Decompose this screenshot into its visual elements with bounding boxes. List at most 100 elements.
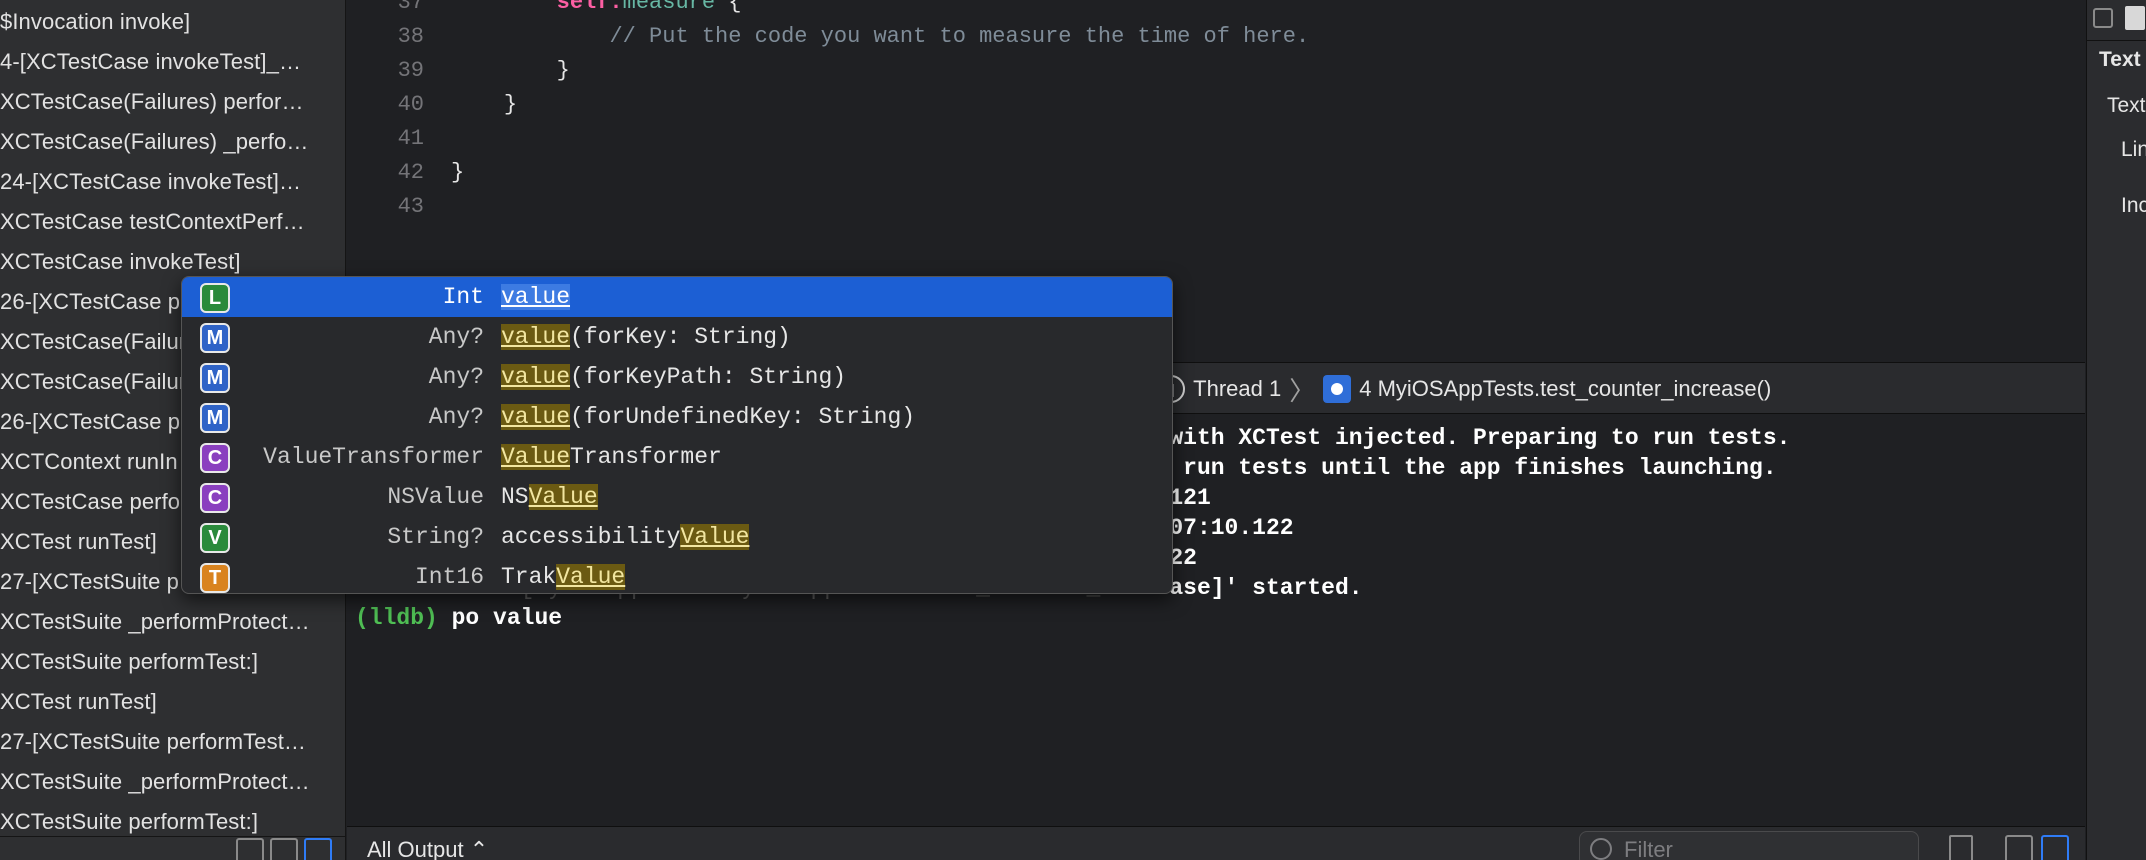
completion-match-highlight: value (501, 324, 571, 350)
line-number: 38 (397, 24, 424, 49)
completion-match-highlight: value (501, 404, 571, 430)
completion-item[interactable]: M Any? value(forUndefinedKey: String) (182, 397, 1172, 437)
completion-name: NSValue (501, 484, 598, 510)
inspector-panel: Text S Text Lin Inc (2086, 0, 2146, 860)
stack-frame-item[interactable]: $Invocation invoke] (0, 0, 345, 40)
line-endings-label: Lin (2121, 138, 2146, 161)
stack-frame-item[interactable]: XCTestSuite _performProtect… (0, 760, 345, 800)
code-text: self.measure { (451, 0, 742, 20)
completion-return-type: Int (442, 284, 484, 310)
output-select[interactable]: All Output ⌃ (367, 837, 488, 860)
lldb-prompt: (lldb) (355, 605, 438, 631)
process-view-icon[interactable] (236, 838, 264, 860)
completion-match-highlight: Value (556, 564, 626, 590)
crumb-thread[interactable]: Thread 1 (1193, 376, 1281, 402)
stack-frame-item[interactable]: XCTestSuite performTest:] (0, 800, 345, 840)
completion-match-highlight: Value (528, 484, 598, 510)
code-completion-popup[interactable]: L Int value M Any? value(forKey: String) M Any?… (181, 276, 1173, 594)
completion-match-highlight: value (501, 284, 571, 310)
indent-label: Inc (2121, 194, 2146, 217)
show-console-view-icon[interactable] (2041, 835, 2069, 860)
text-encoding-label: Text (2107, 94, 2146, 117)
stack-frame-item[interactable]: 4-[XCTestCase invokeTest]_bl… (0, 40, 345, 80)
code-line: 37 self.measure { (347, 0, 2085, 20)
completion-match-highlight: Value (680, 524, 750, 550)
line-number: 39 (397, 58, 424, 83)
code-token: // Put the code you want to measure the … (609, 24, 1310, 49)
line-number: 37 (397, 0, 424, 15)
code-token: { (715, 0, 742, 15)
filter-placeholder: Filter (1624, 837, 1673, 860)
console-bottom-bar: All Output ⌃ Filter (347, 826, 2085, 860)
thread-view-icon[interactable] (304, 838, 332, 860)
code-line: 43 (347, 190, 2085, 224)
completion-return-type: NSValue (387, 484, 484, 510)
completion-return-type: ValueTransformer (263, 444, 484, 470)
code-text: } (451, 88, 517, 122)
completion-return-type: Int16 (414, 564, 484, 590)
checkbox-icon[interactable] (2093, 8, 2113, 28)
code-token: } (451, 160, 465, 185)
stack-frame-item[interactable]: XCTestCase invokeTest] (0, 240, 345, 280)
completion-name-suffix: (forKey: String) (570, 324, 791, 350)
stack-frame-item[interactable]: 24-[XCTestCase invokeTest]_… (0, 160, 345, 200)
stack-frame-item[interactable]: XCTest runTest] (0, 680, 345, 720)
stack-frame-item[interactable]: XCTestCase(Failures) performF… (0, 80, 345, 120)
stack-frame-item[interactable]: XCTestSuite _performProtect… (0, 600, 345, 640)
completion-return-type: String? (387, 524, 484, 550)
stack-frame-item[interactable]: XCTestSuite performTest:] (0, 640, 345, 680)
line-number: 40 (397, 92, 424, 117)
code-text: } (451, 54, 570, 88)
completion-item[interactable]: C ValueTransformer ValueTransformer (182, 437, 1172, 477)
text-settings-heading: Text S (2099, 48, 2146, 71)
completion-name-prefix: accessibility (501, 524, 681, 550)
completion-name: value(forKey: String) (501, 324, 791, 350)
completion-name: value(forKeyPath: String) (501, 364, 846, 390)
completion-item[interactable]: C NSValue NSValue (182, 477, 1172, 517)
lldb-prompt-line[interactable]: (lldb) po value (355, 603, 562, 633)
completion-return-type: Any? (428, 324, 484, 350)
stack-frame-item[interactable]: XCTestCase(Failures) _perfor… (0, 120, 345, 160)
user-frame-icon (1323, 375, 1352, 403)
completion-name-prefix: NS (501, 484, 529, 510)
code-line: 39 } (347, 54, 2085, 88)
filter-icon (1590, 838, 1612, 860)
code-token: self. (556, 0, 623, 15)
code-token: } (556, 58, 570, 83)
chevron-right-icon: 〉 (1289, 375, 1316, 406)
completion-name-suffix: (forKeyPath: String) (570, 364, 847, 390)
trash-icon[interactable] (1949, 835, 1973, 860)
completion-name: ValueTransformer (501, 444, 722, 470)
completion-name-suffix: (forUndefinedKey: String) (570, 404, 916, 430)
completion-item[interactable]: L Int value (182, 277, 1172, 317)
completion-item[interactable]: M Any? value(forKeyPath: String) (182, 357, 1172, 397)
completion-name-suffix: Transformer (570, 444, 722, 470)
divider (2087, 40, 2146, 41)
navigator-filter-bar (0, 836, 345, 860)
code-line: 42} (347, 156, 2085, 190)
line-number: 41 (397, 126, 424, 151)
completion-name-prefix: Trak (501, 564, 557, 590)
code-token: measure (622, 0, 716, 15)
code-line: 38 // Put the code you want to measure t… (347, 20, 2085, 54)
code-text: // Put the code you want to measure the … (451, 20, 1309, 54)
completion-return-type: Any? (428, 364, 484, 390)
lldb-command: po value (437, 605, 563, 631)
stack-frame-item[interactable]: XCTestCase testContextPerfo… (0, 200, 345, 240)
completion-item[interactable]: V String? accessibilityValue (182, 517, 1172, 557)
completion-name: TrakValue (501, 564, 626, 590)
memory-view-icon[interactable] (270, 838, 298, 860)
completion-name: accessibilityValue (501, 524, 750, 550)
show-variables-view-icon[interactable] (2005, 835, 2033, 860)
crumb-frame[interactable]: 4 MyiOSAppTests.test_counter_increase() (1359, 376, 1771, 402)
console-filter-field[interactable]: Filter (1579, 831, 1919, 860)
line-number: 42 (397, 160, 424, 185)
jump-bar: sts 〉 || Thread 1 〉 4 MyiOSAppTests.test… (1087, 363, 1771, 415)
stack-frame-item[interactable]: 27-[XCTestSuite performTest:… (0, 720, 345, 760)
completion-item[interactable]: M Any? value(forKey: String) (182, 317, 1172, 357)
completion-name: value (501, 284, 571, 310)
file-inspector-icon[interactable] (2125, 6, 2145, 30)
completion-item[interactable]: T Int16 TrakValue (182, 557, 1172, 593)
code-line: 40 } (347, 88, 2085, 122)
line-number: 43 (397, 194, 424, 219)
